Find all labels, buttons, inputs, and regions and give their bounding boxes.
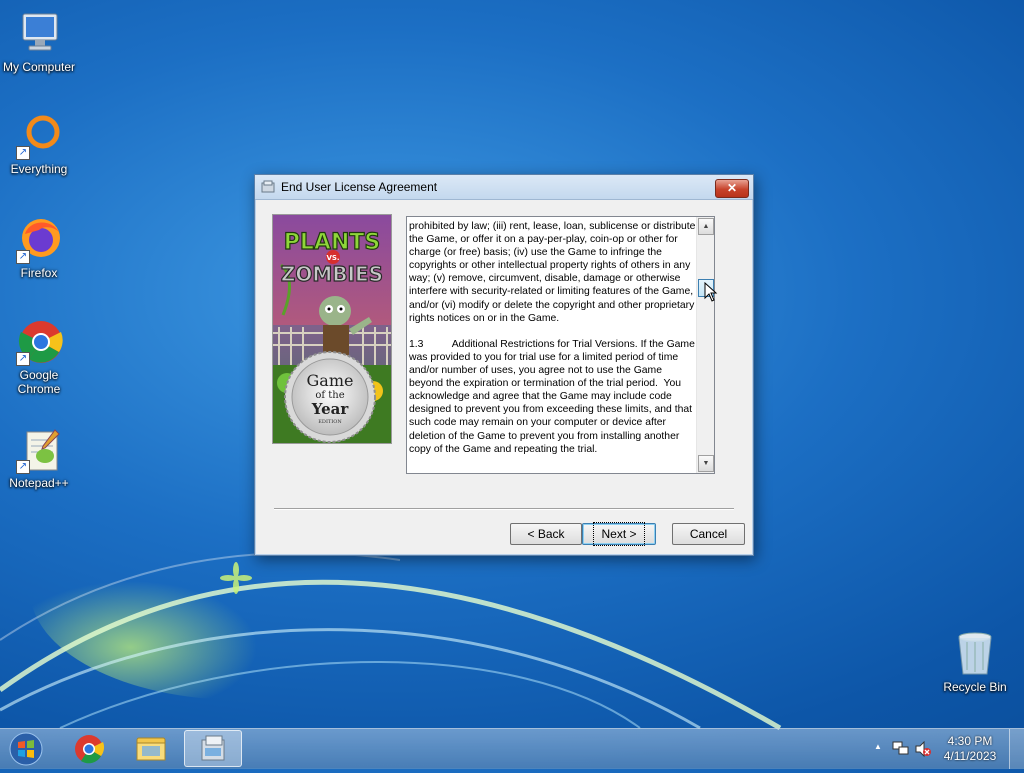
installer-icon xyxy=(261,180,275,193)
shortcut-arrow-icon: ↗ xyxy=(16,460,30,474)
logo-vs: VS. xyxy=(326,254,339,262)
clock-time: 4:30 PM xyxy=(947,734,993,748)
scroll-up-button[interactable]: ▲ xyxy=(698,218,714,235)
dialog-separator xyxy=(274,508,734,510)
desktop-icon-notepad-plus-plus[interactable]: ↗ Notepad++ xyxy=(0,426,78,490)
mouse-cursor xyxy=(704,282,718,302)
taskbar-installer-button[interactable] xyxy=(184,730,242,767)
start-button[interactable] xyxy=(6,731,46,767)
chrome-icon xyxy=(75,735,105,764)
dialog-titlebar[interactable]: End User License Agreement xyxy=(255,175,753,200)
taskbar-chrome-button[interactable] xyxy=(60,730,118,767)
shortcut-arrow-icon: ↗ xyxy=(16,352,30,366)
seal-game: Game xyxy=(307,371,354,390)
installer-icon xyxy=(201,735,225,761)
eula-dialog: End User License Agreement ✕ PLANTS VS. … xyxy=(254,174,754,556)
cancel-button-label: Cancel xyxy=(689,527,728,541)
license-scrollbar[interactable]: ▲ ▼ xyxy=(696,217,714,473)
chrome-icon: ↗ xyxy=(15,318,63,366)
next-button[interactable]: Next > xyxy=(582,522,656,546)
desktop-icon-label: Google Chrome xyxy=(17,368,61,396)
taskbar: ▲ 4:30 PM 4/11/2023 xyxy=(0,728,1024,769)
desktop-icon-google-chrome[interactable]: ↗ Google Chrome xyxy=(0,318,78,396)
desktop-icon-label: Everything xyxy=(10,162,68,176)
show-desktop-button[interactable] xyxy=(1009,729,1024,769)
volume-muted-icon[interactable] xyxy=(914,741,932,757)
taskbar-explorer-button[interactable] xyxy=(122,730,180,767)
computer-icon xyxy=(15,10,63,58)
game-cover-image: PLANTS VS. ZOMBIES Game of the Year EDIT… xyxy=(272,214,392,444)
firefox-icon: ↗ xyxy=(15,216,63,264)
next-button-label: Next > xyxy=(593,522,645,546)
dialog-title: End User License Agreement xyxy=(281,180,438,194)
shortcut-arrow-icon: ↗ xyxy=(16,250,30,264)
notepad-plus-plus-icon: ↗ xyxy=(15,426,63,474)
folder-icon xyxy=(136,737,166,761)
everything-icon: ↗ xyxy=(15,112,63,160)
desktop-icon-recycle-bin[interactable]: Recycle Bin xyxy=(936,630,1014,694)
desktop-icon-label: My Computer xyxy=(2,60,76,74)
back-button[interactable]: < Back xyxy=(510,523,582,545)
back-button-label: < Back xyxy=(527,527,565,541)
seal-year: Year xyxy=(311,400,350,418)
close-icon: ✕ xyxy=(726,181,738,195)
scroll-down-button[interactable]: ▼ xyxy=(698,455,714,472)
clock[interactable]: 4:30 PM 4/11/2023 xyxy=(940,734,1000,764)
arrow-down-icon: ▼ xyxy=(702,460,710,467)
close-button[interactable]: ✕ xyxy=(715,179,749,198)
desktop-icon-label: Notepad++ xyxy=(9,476,69,490)
desktop-icon-label: Recycle Bin xyxy=(943,680,1007,694)
clock-date: 4/11/2023 xyxy=(943,749,997,763)
cancel-button[interactable]: Cancel xyxy=(672,523,745,545)
network-icon[interactable] xyxy=(892,741,910,757)
system-tray: ▲ 4:30 PM 4/11/2023 xyxy=(864,729,1024,769)
arrow-up-icon: ▲ xyxy=(702,223,710,230)
desktop-icon-everything[interactable]: ↗ Everything xyxy=(0,112,78,176)
license-textarea[interactable]: prohibited by law; (iii) rent, lease, lo… xyxy=(406,216,715,474)
license-text: prohibited by law; (iii) rent, lease, lo… xyxy=(409,221,696,455)
desktop-icon-label: Firefox xyxy=(20,266,58,280)
show-hidden-icons-button[interactable]: ▲ xyxy=(874,742,882,751)
logo-zombies: ZOMBIES xyxy=(281,262,383,286)
desktop-icon-firefox[interactable]: ↗ Firefox xyxy=(0,216,78,280)
recycle-bin-icon xyxy=(951,630,999,678)
desktop-icon-my-computer[interactable]: My Computer xyxy=(0,10,78,74)
windows-logo-icon xyxy=(9,732,43,766)
shortcut-arrow-icon: ↗ xyxy=(16,146,30,160)
seal-edition: EDITION xyxy=(318,419,342,425)
